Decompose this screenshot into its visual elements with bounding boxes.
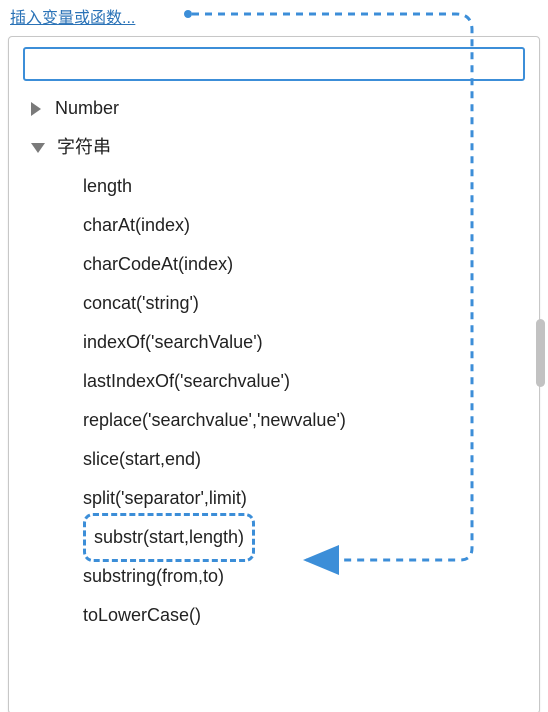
tree-item-label: substring(from,to) — [83, 557, 224, 596]
scrollbar-track[interactable] — [531, 37, 545, 712]
tree-group-label: Number — [55, 89, 119, 128]
tree-item-label: length — [83, 167, 132, 206]
tree-item-charat[interactable]: charAt(index) — [23, 206, 525, 245]
insert-variable-or-function-link[interactable]: 插入变量或函数... — [10, 10, 135, 27]
tree-group-string[interactable]: 字符串 — [23, 128, 525, 167]
tree-item-label: concat('string') — [83, 284, 199, 323]
tree-item-lastindexof[interactable]: lastIndexOf('searchvalue') — [23, 362, 525, 401]
tree-group-label: 字符串 — [57, 128, 111, 167]
highlight-box: substr(start,length) — [83, 513, 255, 562]
scrollbar-thumb[interactable] — [536, 319, 545, 387]
tree-item-indexof[interactable]: indexOf('searchValue') — [23, 323, 525, 362]
tree-item-label: replace('searchvalue','newvalue') — [83, 401, 346, 440]
tree-item-label: charCodeAt(index) — [83, 245, 233, 284]
chevron-right-icon — [31, 102, 41, 116]
chevron-down-icon — [31, 143, 45, 153]
tree-item-slice[interactable]: slice(start,end) — [23, 440, 525, 479]
tree-item-charcodeat[interactable]: charCodeAt(index) — [23, 245, 525, 284]
tree-item-label: substr(start,length) — [94, 527, 244, 547]
search-wrap — [9, 37, 539, 89]
tree-item-substr[interactable]: substr(start,length) — [23, 518, 525, 557]
tree-item-label: slice(start,end) — [83, 440, 201, 479]
tree-item-tolowercase[interactable]: toLowerCase() — [23, 596, 525, 635]
function-tree: Number 字符串 length charAt(index) charCode… — [9, 89, 539, 699]
tree-group-number[interactable]: Number — [23, 89, 525, 128]
tree-item-concat[interactable]: concat('string') — [23, 284, 525, 323]
insert-link-row: 插入变量或函数... — [0, 0, 548, 30]
dropdown-panel: Number 字符串 length charAt(index) charCode… — [8, 36, 540, 712]
tree-item-label: toLowerCase() — [83, 596, 201, 635]
tree-item-substring[interactable]: substring(from,to) — [23, 557, 525, 596]
tree-item-label: indexOf('searchValue') — [83, 323, 263, 362]
tree-item-length[interactable]: length — [23, 167, 525, 206]
search-input[interactable] — [23, 47, 525, 81]
tree-item-label: charAt(index) — [83, 206, 190, 245]
tree-item-label: lastIndexOf('searchvalue') — [83, 362, 290, 401]
tree-item-replace[interactable]: replace('searchvalue','newvalue') — [23, 401, 525, 440]
